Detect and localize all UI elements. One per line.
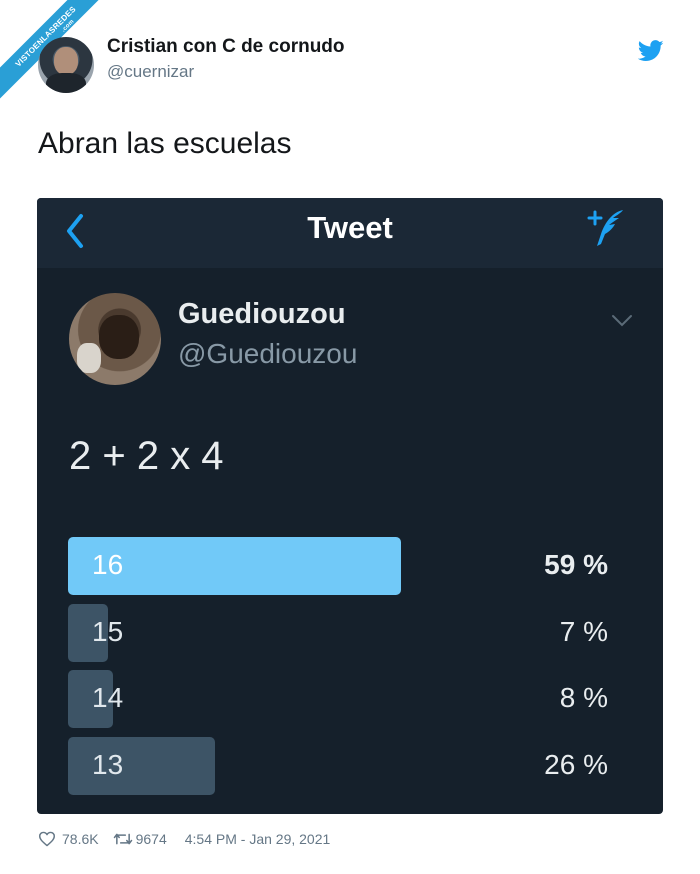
timestamp[interactable]: 4:54 PM - Jan 29, 2021 — [185, 831, 331, 847]
poll-label: 13 — [92, 748, 124, 780]
author-name[interactable]: Cristian con C de cornudo — [107, 36, 345, 58]
retweet-count: 9674 — [135, 831, 167, 847]
poll-option: 13 26 % — [68, 736, 608, 795]
inner-avatar — [69, 293, 161, 385]
author-handle[interactable]: @cuernizar — [107, 62, 194, 82]
poll-label: 14 — [92, 682, 124, 713]
poll-percentage: 26 % — [544, 748, 608, 780]
poll-bar — [68, 736, 215, 795]
author-avatar[interactable] — [38, 37, 94, 93]
screenshot-title: Tweet — [307, 210, 393, 245]
poll-option: 15 7 % — [68, 603, 608, 662]
like-count: 78.6K — [62, 831, 99, 847]
screenshot-header: Tweet — [37, 198, 663, 268]
tweet-footer: 78.6K 9674 4:54 PM - Jan 29, 2021 — [38, 828, 330, 850]
poll-label: 15 — [92, 615, 124, 647]
heart-icon[interactable] — [38, 831, 56, 847]
inner-name: Guediouzou — [178, 298, 346, 330]
poll-option: 14 8 % — [68, 670, 608, 728]
chevron-down-icon — [612, 315, 632, 327]
poll-option: 16 59 % — [68, 537, 608, 595]
twitter-bird-icon[interactable] — [638, 40, 664, 62]
embedded-screenshot: Tweet Guediouzou @Guediouzou 2 + 2 x 4 1… — [37, 198, 663, 814]
poll-label: 16 — [92, 549, 124, 580]
poll-percentage: 7 % — [559, 615, 608, 647]
compose-tweet-icon — [587, 210, 623, 246]
poll-percentage: 8 % — [559, 682, 608, 713]
inner-handle: @Guediouzou — [178, 338, 358, 369]
tweet-text: Abran las escuelas — [38, 127, 292, 160]
inner-tweet-text: 2 + 2 x 4 — [69, 434, 224, 478]
poll-percentage: 59 % — [544, 549, 608, 580]
retweet-icon[interactable] — [113, 831, 133, 847]
